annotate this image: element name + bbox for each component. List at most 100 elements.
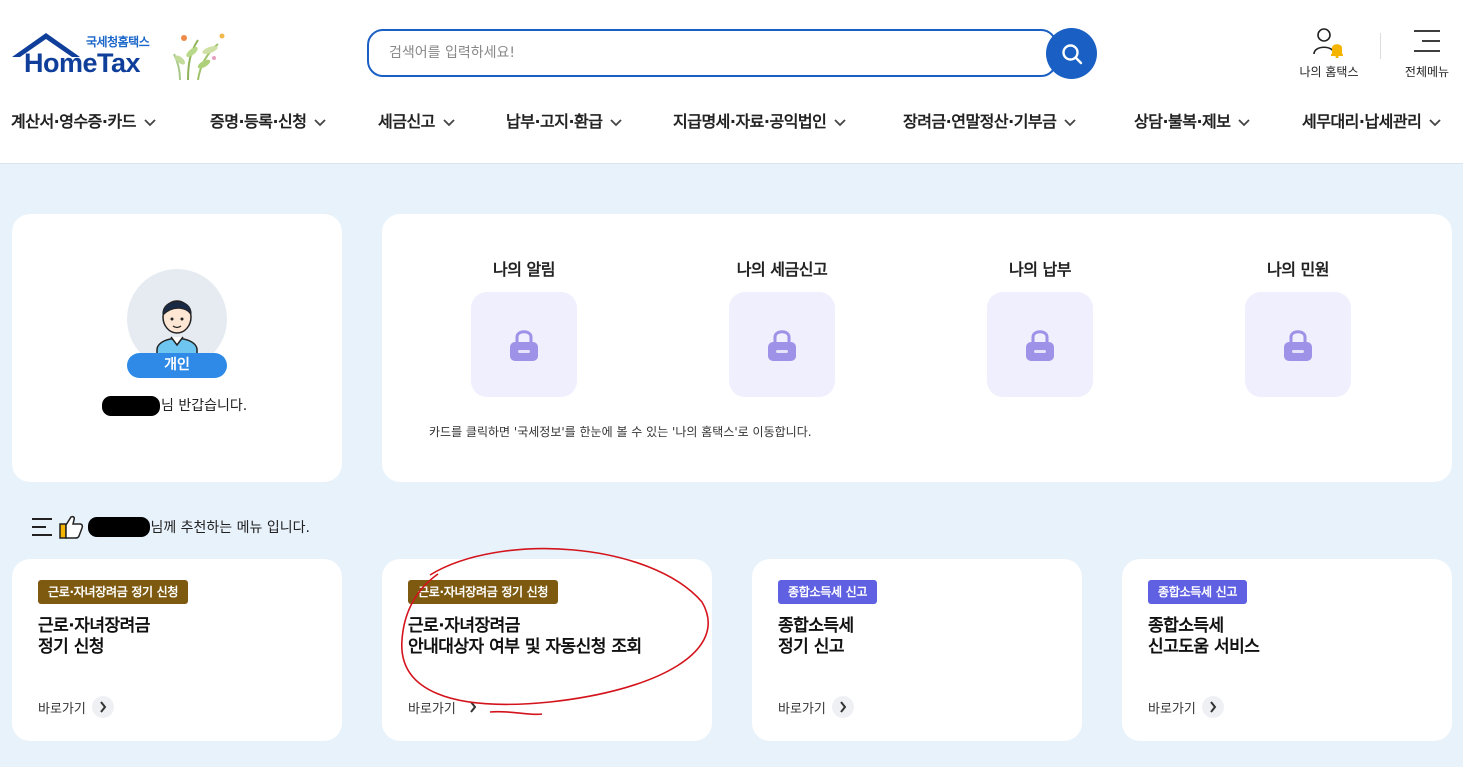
lock-icon [1026, 329, 1054, 361]
nav-item-label: 상담·불복·제보 [1134, 112, 1231, 131]
header-divider [1380, 33, 1381, 59]
chevron-right-icon [831, 696, 854, 718]
menu-card-title-line2: 신고도움 서비스 [1148, 637, 1260, 657]
shortcut-label: 바로가기 [1148, 701, 1196, 717]
nav-item-label: 계산서·영수증·카드 [11, 112, 136, 131]
redacted-name [102, 396, 160, 416]
thumbs-up-icon [59, 515, 84, 539]
shortcut-link[interactable]: 바로가기 [408, 696, 484, 718]
search-button[interactable] [1046, 28, 1097, 79]
menu-card-title: 종합소득세 정기 신고 [778, 616, 854, 658]
lock-icon [1284, 329, 1312, 361]
category-tag: 종합소득세 신고 [778, 580, 878, 604]
nav-item-tax-return[interactable]: 세금신고 [378, 108, 455, 132]
my-hometax-button[interactable]: 나의 홈택스 [1293, 26, 1365, 82]
my-item-box [471, 292, 577, 397]
chevron-right-icon [462, 696, 484, 718]
chevron-down-icon [443, 118, 455, 126]
main-nav: 계산서·영수증·카드 증명·등록·신청 세금신고 납부·고지·환급 지급명세·자… [0, 108, 1463, 138]
nav-item-consult[interactable]: 상담·불복·제보 [1134, 108, 1251, 132]
my-civil-affairs-item[interactable]: 나의 민원 [1218, 256, 1378, 397]
my-payment-item[interactable]: 나의 납부 [960, 256, 1120, 397]
user-bell-icon [1313, 28, 1343, 58]
chevron-down-icon [314, 118, 327, 126]
menu-card-title: 근로·자녀장려금 정기 신청 [38, 616, 150, 658]
nav-item-payment-statement[interactable]: 지급명세·자료·공익법인 [673, 108, 846, 132]
nav-item-label: 지급명세·자료·공익법인 [673, 112, 827, 131]
chevron-down-icon [610, 118, 623, 126]
header: 국세청홈택스 HomeTax 나의 [0, 0, 1463, 164]
shortcut-link[interactable]: 바로가기 [38, 696, 114, 718]
my-item-box [1245, 292, 1351, 397]
menu-card-income-tax-return[interactable]: 종합소득세 신고 종합소득세 정기 신고 바로가기 [752, 559, 1082, 741]
nav-item-payment[interactable]: 납부·고지·환급 [506, 108, 623, 132]
greeting-text: 님 반갑습니다. [102, 395, 247, 416]
menu-card-incentive-check[interactable]: 근로·자녀장려금 정기 신청 근로·자녀장려금 안내대상자 여부 및 자동신청 조… [382, 559, 712, 741]
nav-item-label: 증명·등록·신청 [210, 112, 307, 131]
my-item-title: 나의 세금신고 [736, 260, 828, 279]
chevron-right-icon [1201, 696, 1224, 718]
my-tax-return-item[interactable]: 나의 세금신고 [702, 256, 862, 397]
search-input[interactable] [389, 41, 1009, 65]
leaf-decoration-icon [173, 33, 225, 81]
nav-item-invoice[interactable]: 계산서·영수증·카드 [11, 108, 156, 132]
menu-card-title-line1: 종합소득세 [1148, 616, 1224, 636]
user-type-badge: 개인 [127, 353, 227, 378]
chevron-down-icon [834, 118, 846, 126]
my-item-box [987, 292, 1093, 397]
menu-card-title: 종합소득세 신고도움 서비스 [1148, 616, 1260, 658]
category-tag: 근로·자녀장려금 정기 신청 [38, 580, 189, 604]
menu-card-title-line1: 근로·자녀장려금 [408, 616, 520, 636]
menu-card-incentive-apply[interactable]: 근로·자녀장려금 정기 신청 근로·자녀장려금 정기 신청 바로가기 [12, 559, 342, 741]
menu-icon [32, 518, 52, 536]
menu-card-title-line2: 정기 신고 [778, 637, 844, 657]
chevron-down-icon [1238, 118, 1251, 126]
all-menu-button[interactable]: 전체메뉴 [1398, 26, 1456, 82]
chevron-down-icon [1429, 118, 1441, 126]
all-menu-label: 전체메뉴 [1404, 65, 1450, 79]
my-item-title: 나의 알림 [493, 260, 555, 279]
nav-item-certificate[interactable]: 증명·등록·신청 [210, 108, 327, 132]
search-icon [1061, 43, 1082, 64]
category-tag: 종합소득세 신고 [1148, 580, 1248, 604]
menu-card-title-line2: 안내대상자 여부 및 자동신청 조회 [408, 637, 642, 657]
hometax-logo[interactable]: 국세청홈택스 HomeTax [10, 28, 230, 84]
nav-item-label: 납부·고지·환급 [506, 112, 603, 131]
shortcut-label: 바로가기 [778, 701, 826, 717]
my-item-title: 나의 민원 [1267, 260, 1329, 279]
lock-icon [768, 329, 796, 361]
my-hometax-label: 나의 홈택스 [1299, 65, 1359, 79]
menu-card-title-line1: 근로·자녀장려금 [38, 616, 150, 636]
menu-card-income-tax-help[interactable]: 종합소득세 신고 종합소득세 신고도움 서비스 바로가기 [1122, 559, 1452, 741]
shortcut-link[interactable]: 바로가기 [1148, 696, 1224, 718]
my-item-title: 나의 납부 [1009, 260, 1071, 279]
redacted-name [88, 517, 151, 537]
nav-item-label: 세금신고 [378, 112, 435, 131]
logo-text: HomeTax [24, 48, 141, 78]
hamburger-menu-icon [1414, 30, 1440, 52]
my-notification-item[interactable]: 나의 알림 [444, 256, 604, 397]
lock-icon [510, 329, 538, 361]
shortcut-label: 바로가기 [408, 701, 456, 717]
shortcut-link[interactable]: 바로가기 [778, 696, 854, 718]
nav-item-label: 장려금·연말정산·기부금 [903, 112, 1057, 131]
nav-item-tax-agent[interactable]: 세무대리·납세관리 [1302, 108, 1441, 132]
recommend-suffix: 님께 추천하는 메뉴 입니다. [150, 520, 310, 536]
shortcut-label: 바로가기 [38, 701, 86, 717]
chevron-right-icon [91, 696, 114, 718]
chevron-down-icon [144, 118, 156, 126]
nav-item-label: 세무대리·납세관리 [1302, 112, 1422, 131]
search-box[interactable] [367, 29, 1057, 77]
my-hometax-note: 카드를 클릭하면 '국세정보'를 한눈에 볼 수 있는 '나의 홈택스'로 이동… [429, 425, 812, 439]
nav-item-incentive[interactable]: 장려금·연말정산·기부금 [903, 108, 1076, 132]
menu-card-title-line2: 정기 신청 [38, 637, 104, 657]
chevron-down-icon [1064, 118, 1076, 126]
my-hometax-card: 나의 알림 나의 세금신고 나의 납부 나의 민원 카드를 클릭하면 '국세정보… [382, 214, 1452, 482]
menu-card-title-line1: 종합소득세 [778, 616, 854, 636]
recommend-heading: 님께 추천하는 메뉴 입니다. [30, 514, 310, 544]
menu-card-title: 근로·자녀장려금 안내대상자 여부 및 자동신청 조회 [408, 616, 642, 658]
greeting-suffix: 님 반갑습니다. [161, 398, 248, 414]
category-tag: 근로·자녀장려금 정기 신청 [408, 580, 559, 604]
my-item-box [729, 292, 835, 397]
profile-card: 개인 님 반갑습니다. [12, 214, 342, 482]
